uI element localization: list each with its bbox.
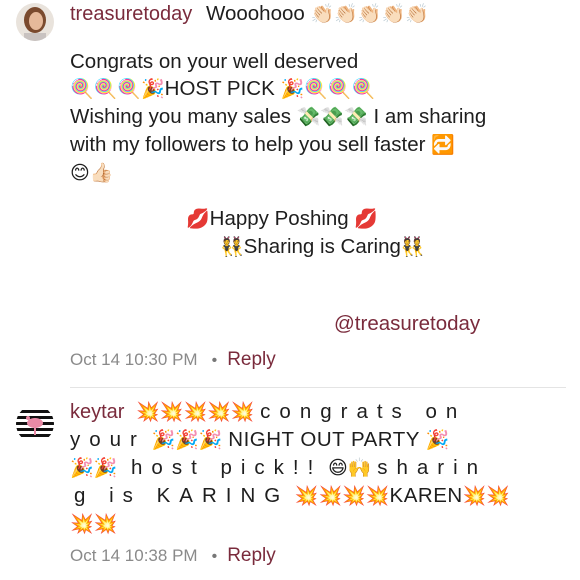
comment-username[interactable]: treasuretoday	[70, 3, 192, 25]
comment-treasuretoday: treasuretoday Wooohooo 👏🏻👏🏻👏🏻👏🏻👏🏻 Congra…	[0, 0, 580, 380]
avatar-treasuretoday[interactable]	[16, 3, 54, 41]
comment-line: congrats on	[260, 400, 467, 423]
comment-line: g is KARING	[74, 484, 290, 507]
comment-text: Congrats on your well deserved 🍭🍭🍭🎉HOST …	[70, 48, 486, 187]
separator-dot: •	[211, 548, 218, 565]
comment-line: Congrats on your well deserved	[70, 50, 359, 73]
avatar-keytar[interactable]	[16, 405, 54, 443]
smile-thumbsup-emoji-icons: 😊👍🏻	[70, 162, 114, 184]
separator-dot: •	[211, 352, 218, 369]
comment-line: Wishing you many sales	[70, 105, 292, 128]
comment-line: with my followers to help you sell faste…	[70, 133, 426, 156]
comment-timestamp: Oct 14 10:38 PM	[70, 546, 198, 565]
comment-line: NIGHT OUT PARTY	[228, 428, 420, 451]
party-popper-emoji-icons: 🎉🎉🎉	[151, 429, 223, 451]
comment-line: HOST PICK	[164, 77, 275, 100]
reply-button[interactable]: Reply	[227, 545, 276, 566]
comment-divider	[70, 387, 566, 388]
comment-line: sharin	[377, 456, 488, 479]
collision-emoji-icons: 💥💥💥💥	[294, 485, 390, 507]
collision-emoji-icons: 💥💥💥💥💥	[136, 401, 255, 423]
comment-text: keytar 💥💥💥💥💥 congrats on your 🎉🎉🎉 NIGHT …	[70, 398, 566, 538]
party-popper-emoji-icons: 🎉🎉	[70, 457, 118, 479]
reply-button[interactable]: Reply	[227, 349, 276, 370]
comment-line: Sharing is Caring	[243, 235, 401, 258]
party-popper-emoji-icon: 🎉	[425, 429, 450, 451]
collision-emoji-icons: 💥💥	[462, 485, 511, 507]
money-wings-emoji-icons: 💸💸💸	[296, 106, 368, 128]
user-mention-link[interactable]: @treasuretoday	[334, 310, 480, 337]
party-lollipop-emoji-icons: 🎉🍭🍭🍭	[280, 78, 376, 100]
dancers-emoji-icon: 👯	[220, 236, 244, 258]
repeat-arrows-emoji-icon: 🔁	[431, 134, 455, 156]
dancers-emoji-icon: 👯	[400, 236, 425, 258]
comment-timestamp: Oct 14 10:30 PM	[70, 350, 198, 369]
clapping-hands-emoji-icons: 👏🏻👏🏻👏🏻👏🏻👏🏻	[310, 3, 429, 25]
lips-emoji-icon: 💋	[354, 208, 379, 230]
lollipop-party-emoji-icons: 🍭🍭🍭🎉	[70, 78, 165, 100]
comment-header-text: Wooohooo	[206, 2, 305, 25]
comment-line: Happy Poshing	[209, 207, 349, 230]
comment-line: host pick!!	[131, 456, 323, 479]
comment-line: I am sharing	[373, 105, 487, 128]
comment-username[interactable]: keytar	[70, 401, 124, 423]
comment-keytar: keytar 💥💥💥💥💥 congrats on your 🎉🎉🎉 NIGHT …	[0, 390, 580, 580]
comment-line: your	[70, 428, 146, 451]
lips-emoji-icon: 💋	[186, 208, 210, 230]
grin-raised-hands-emoji-icons: 😄🙌	[328, 457, 372, 479]
comment-line: KAREN	[389, 484, 463, 507]
collision-emoji-icons: 💥💥	[70, 513, 118, 535]
